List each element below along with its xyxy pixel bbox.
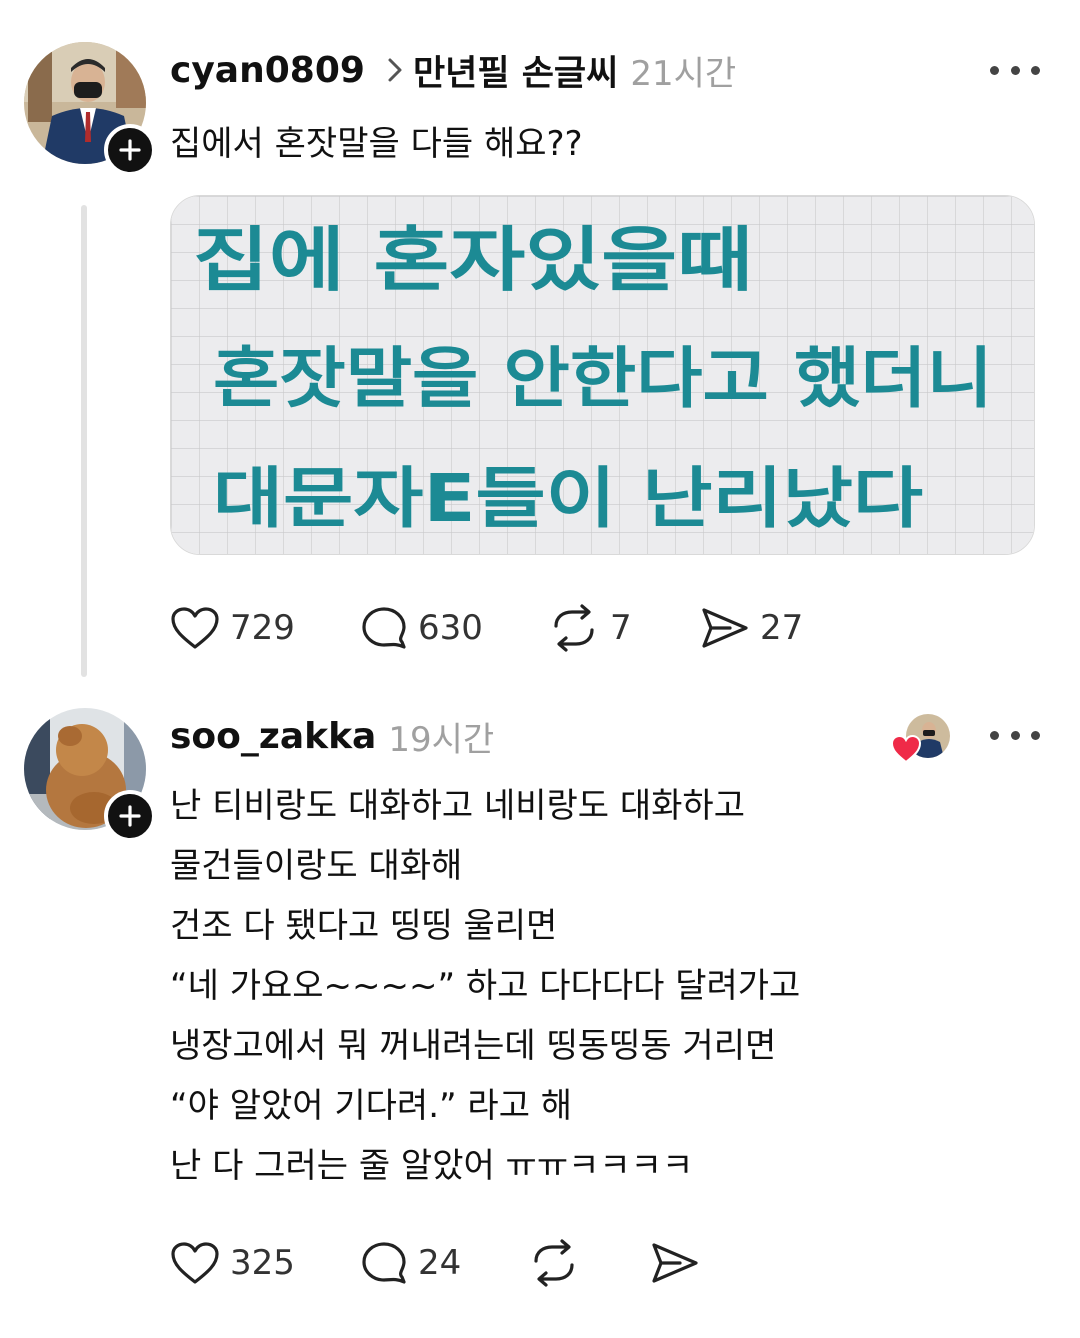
reply-text-line: 난 티비랑도 대화하고 네비랑도 대화하고 [170,786,745,826]
reply-text-line: 건조 다 됐다고 띵띵 울리면 [170,906,558,946]
reply-text-line: 냉장고에서 뭐 꺼내려는데 띵동띵동 거리면 [170,1026,777,1066]
reply-text: 난 티비랑도 대화하고 네비랑도 대화하고 물건들이랑도 대화해 건조 다 됐다… [170,776,800,1196]
comment-button[interactable]: 630 [360,598,483,658]
post-image[interactable]: 집에 혼자있을때 혼잣말을 안한다고 했더니 대문자E들이 난리났다 [170,195,1035,555]
chevron-right-icon [387,57,403,83]
repost-button[interactable]: 7 [548,598,632,658]
handwritten-line: 집에 혼자있을때 [193,219,753,301]
reply-header: soo_zakka 19시간 [170,706,494,766]
reply-text-line: 물건들이랑도 대화해 [170,846,463,886]
like-button[interactable]: 729 [170,598,295,658]
like-count: 729 [230,608,295,648]
share-icon [702,608,748,648]
comment-count: 24 [418,1243,462,1283]
share-button[interactable] [650,1233,700,1293]
reply-time: 19시간 [388,719,495,760]
post-text-line: 집에서 혼잣말을 다들 해요?? [170,124,583,164]
post-time: 21시간 [630,53,737,94]
comment-button[interactable]: 24 [360,1233,461,1293]
share-icon [652,1243,698,1283]
more-icon[interactable] [990,58,1040,82]
like-button[interactable]: 325 [170,1233,295,1293]
comment-icon [362,1242,406,1284]
follow-plus-icon [119,805,141,827]
username[interactable]: cyan0809 [170,50,365,91]
comment-icon [362,607,406,649]
comment-count: 630 [418,608,483,648]
follow-button[interactable] [104,790,156,842]
topic-tag[interactable]: 만년필 손글씨 [413,45,618,96]
like-count: 325 [230,1243,295,1283]
post-header: cyan0809 만년필 손글씨 21시간 [170,40,736,100]
handwritten-line: 혼잣말을 안한다고 했더니 [213,340,993,417]
reply-post: soo_zakka 19시간 난 티비랑도 대화하고 네비랑도 대화하고 물건들… [0,690,1080,1338]
repost-icon [534,1239,574,1287]
heart-icon [171,607,219,649]
post-text: 집에서 혼잣말을 다들 해요?? [170,114,583,174]
reply-text-line: 난 다 그러는 줄 알았어 ㅠㅠㅋㅋㅋㅋ [170,1146,694,1186]
follow-plus-icon [119,139,141,161]
repost-button[interactable] [528,1233,580,1293]
follow-button[interactable] [104,124,156,176]
repost-icon [554,604,594,652]
heart-icon [171,1242,219,1284]
repost-count: 7 [610,608,632,648]
username[interactable]: soo_zakka [170,716,376,757]
author-liked-heart-icon [890,734,922,768]
reply-text-line: “네 가요오~~~~” 하고 다다다다 달려가고 [170,966,801,1006]
more-icon[interactable] [990,723,1040,747]
thread-line [81,205,87,677]
thread-post: cyan0809 만년필 손글씨 21시간 집에서 혼잣말을 다들 해요?? 집… [0,0,1080,690]
share-count: 27 [760,608,804,648]
handwritten-line: 대문자E들이 난리났다 [213,460,923,537]
reply-text-line: “야 알았어 기다려.” 라고 해 [170,1086,573,1126]
share-button[interactable]: 27 [700,598,803,658]
